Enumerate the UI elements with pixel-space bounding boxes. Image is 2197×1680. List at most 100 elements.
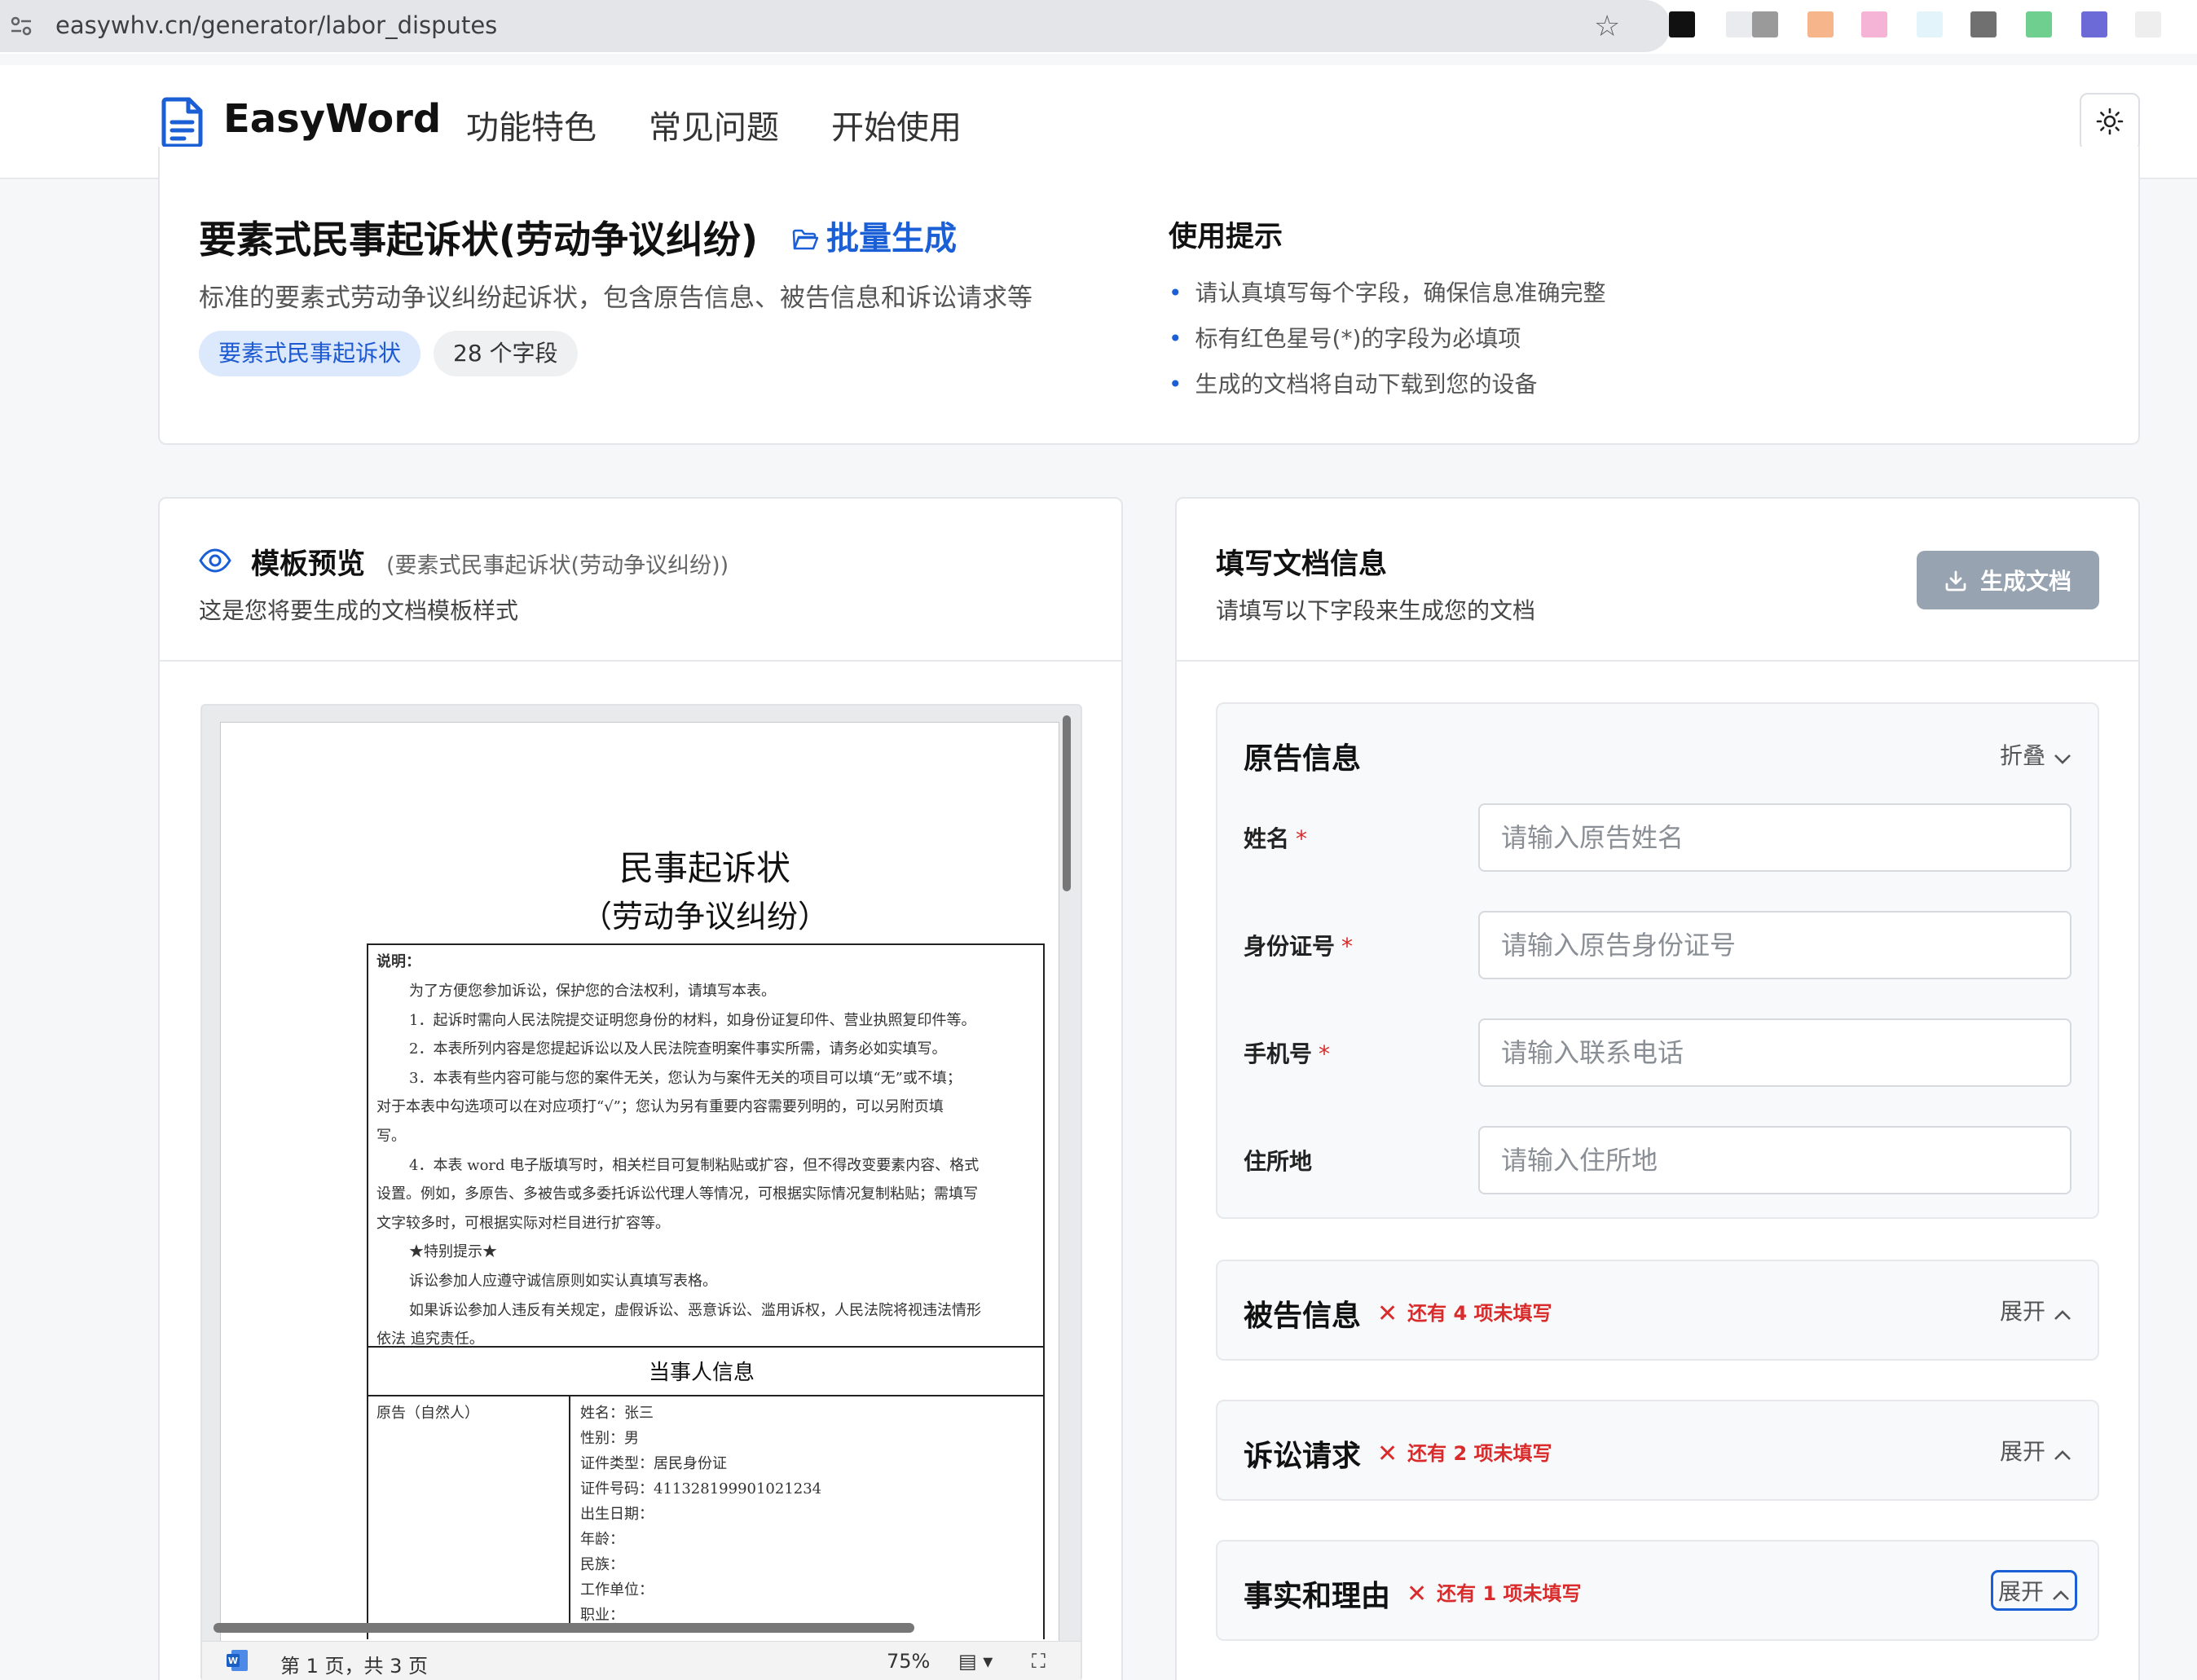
address-url[interactable]: easywhv.cn/generator/labor_disputes xyxy=(55,11,497,39)
nav-get-started[interactable]: 开始使用 xyxy=(831,101,962,148)
brand-name[interactable]: EasyWord xyxy=(223,96,441,142)
template-title: 要素式民事起诉状(劳动争议纠纷) xyxy=(199,218,759,262)
preview-horizontal-scrollbar[interactable] xyxy=(214,1623,914,1633)
doc-note-title: 说明： xyxy=(376,953,420,970)
section-plaintiff: 原告信息 折叠 姓名* 身份证号* 手机号* 住所地 xyxy=(1216,702,2099,1219)
doc-party-field: 性别：男 xyxy=(580,1430,639,1447)
eye-icon xyxy=(199,548,231,573)
extension-icon[interactable] xyxy=(2081,11,2107,37)
extension-icon[interactable] xyxy=(1917,11,1943,37)
plaintiff-phone-input[interactable] xyxy=(1478,1018,2072,1087)
extension-icon[interactable] xyxy=(1807,11,1834,37)
doc-note-line: 文字较多时，可根据实际对栏目进行扩容等。 xyxy=(376,1214,670,1232)
tip-item: • 标有红色星号(*)的字段为必填项 xyxy=(1169,325,1521,352)
plaintiff-name-input[interactable] xyxy=(1478,803,2072,872)
doc-note-line: 为了方便您参加诉讼，保护您的合法权利，请填写本表。 xyxy=(409,983,776,1000)
zoom-level[interactable]: 75% xyxy=(887,1650,930,1673)
close-x-icon: ✕ xyxy=(1377,1300,1398,1328)
divider xyxy=(160,660,1121,662)
doc-party-label: 原告（自然人） xyxy=(376,1405,479,1422)
theme-toggle-button[interactable] xyxy=(2080,93,2140,152)
section-facts-expand-button[interactable]: 展开 xyxy=(1990,1570,2078,1611)
doc-note-line: 写。 xyxy=(376,1128,406,1145)
chevron-up-icon xyxy=(2054,1310,2071,1320)
plaintiff-id-input[interactable] xyxy=(1478,911,2072,979)
preview-title: 模板预览 xyxy=(251,548,366,581)
extension-icon[interactable] xyxy=(1669,11,1695,37)
section-defendant-title: 被告信息 xyxy=(1244,1300,1362,1333)
bookmark-star-icon[interactable]: ☆ xyxy=(1594,10,1620,43)
page-indicator: 第 1 页，共 3 页 xyxy=(280,1655,429,1678)
nav-features[interactable]: 功能特色 xyxy=(466,101,597,148)
tips-title: 使用提示 xyxy=(1169,221,1283,253)
field-label-phone: 手机号 * xyxy=(1244,1040,1331,1067)
section-claims-warning: ✕ 还有 2 项未填写 xyxy=(1377,1440,1552,1468)
extension-icon[interactable] xyxy=(2135,11,2161,37)
site-settings-icon[interactable] xyxy=(10,15,33,37)
section-plaintiff-collapse-button[interactable]: 折叠 xyxy=(2000,738,2072,771)
section-facts-warning: ✕ 还有 1 项未填写 xyxy=(1407,1580,1582,1608)
section-facts[interactable]: 事实和理由 ✕ 还有 1 项未填写 展开 xyxy=(1216,1540,2099,1641)
doc-party-field: 职业： xyxy=(580,1607,624,1624)
chevron-up-icon xyxy=(2053,1590,2069,1600)
document-logo-icon[interactable] xyxy=(160,96,205,148)
batch-generate-link[interactable]: 批量生成 xyxy=(792,212,957,259)
section-claims-expand-button[interactable]: 展开 xyxy=(2000,1434,2072,1467)
doc-note-line: 3．本表有些内容可能与您的案件无关，您认为与案件无关的项目可以填“无”或不填； xyxy=(409,1069,962,1087)
doc-note-line: 4．本表 word 电子版填写时，相关栏目可复制粘贴或扩容，但不得改变要素内容、… xyxy=(409,1156,980,1174)
preview-subtitle: (要素式民事起诉状(劳动争议纠纷)) xyxy=(386,553,729,578)
form-title: 填写文档信息 xyxy=(1216,548,1388,581)
doc-note-line: 对于本表中勾选项可以在对应项打“√”；您认为另有重要内容需要列明的，可以另附页填 xyxy=(376,1098,944,1116)
folder-icon xyxy=(792,229,819,250)
download-icon xyxy=(1945,570,1966,592)
doc-note-line: 诉讼参加人应遵守诚信原则如实认真填写表格。 xyxy=(409,1273,717,1290)
doc-table-divider xyxy=(569,1395,570,1623)
doc-party-table xyxy=(367,1395,1045,1639)
section-defendant[interactable]: 被告信息 ✕ 还有 4 项未填写 展开 xyxy=(1216,1260,2099,1361)
section-claims[interactable]: 诉讼请求 ✕ 还有 2 项未填写 展开 xyxy=(1216,1400,2099,1501)
close-x-icon: ✕ xyxy=(1377,1440,1398,1468)
form-description: 请填写以下字段来生成您的文档 xyxy=(1216,597,1536,624)
extension-icon[interactable] xyxy=(2026,11,2052,37)
extension-icon[interactable] xyxy=(1861,11,1887,37)
field-label-id-number: 身份证号 * xyxy=(1244,933,1354,960)
plaintiff-address-input[interactable] xyxy=(1478,1126,2072,1194)
chevron-up-icon xyxy=(2054,1450,2071,1460)
doc-party-field: 姓名：张三 xyxy=(580,1405,654,1422)
word-icon: W xyxy=(225,1648,249,1678)
section-defendant-expand-button[interactable]: 展开 xyxy=(2000,1294,2072,1326)
preview-vertical-scrollbar[interactable] xyxy=(1063,715,1071,891)
template-tag: 要素式民事起诉状 xyxy=(199,331,421,376)
batch-generate-label: 批量生成 xyxy=(826,220,957,257)
doc-party-header: 当事人信息 xyxy=(649,1361,755,1385)
doc-party-field: 出生日期： xyxy=(580,1506,654,1523)
field-count-badge: 28 个字段 xyxy=(434,331,578,376)
field-label-address: 住所地 xyxy=(1244,1148,1313,1175)
sun-icon xyxy=(2096,108,2124,134)
section-facts-title: 事实和理由 xyxy=(1244,1580,1391,1613)
extension-icon[interactable] xyxy=(1970,11,1997,37)
extension-icon[interactable] xyxy=(1726,11,1752,37)
doc-note-line: ★特别提示★ xyxy=(409,1243,497,1261)
doc-note-line: 如果诉讼参加人违反有关规定，虚假诉讼、恶意诉讼、滥用诉权，人民法院将视违法情形 xyxy=(409,1301,981,1319)
divider xyxy=(1177,660,2138,662)
browser-chrome: easywhv.cn/generator/labor_disputes ☆ xyxy=(0,0,2197,54)
doc-party-field: 证件类型：居民身份证 xyxy=(580,1455,727,1472)
template-description: 标准的要素式劳动争议纠纷起诉状，包含原告信息、被告信息和诉讼请求等 xyxy=(199,284,1032,313)
document-statusbar: W 第 1 页，共 3 页 75% ▤ ▾ ⛶ xyxy=(202,1641,1081,1680)
address-bar[interactable]: easywhv.cn/generator/labor_disputes ☆ xyxy=(0,0,1671,52)
svg-text:W: W xyxy=(228,1656,238,1666)
section-claims-title: 诉讼请求 xyxy=(1244,1440,1362,1473)
extension-icon[interactable] xyxy=(1752,11,1778,37)
doc-party-field: 工作单位： xyxy=(580,1581,654,1599)
doc-note-line: 2．本表所列内容是您提起诉讼以及人民法院查明案件事实所需，请务必如实填写。 xyxy=(409,1040,947,1058)
view-mode-icon[interactable]: ▤ ▾ xyxy=(958,1650,993,1673)
fullscreen-icon[interactable]: ⛶ xyxy=(1032,1650,1046,1673)
preview-description: 这是您将要生成的文档模板样式 xyxy=(199,597,519,624)
tip-item: • 请认真填写每个字段，确保信息准确完整 xyxy=(1169,279,1606,306)
generate-document-label: 生成文档 xyxy=(1979,568,2072,595)
generate-document-button[interactable]: 生成文档 xyxy=(1917,551,2099,609)
doc-party-field: 证件号码：411328199901021234 xyxy=(580,1480,822,1497)
nav-faq[interactable]: 常见问题 xyxy=(649,101,779,148)
chevron-down-icon xyxy=(2054,754,2071,764)
